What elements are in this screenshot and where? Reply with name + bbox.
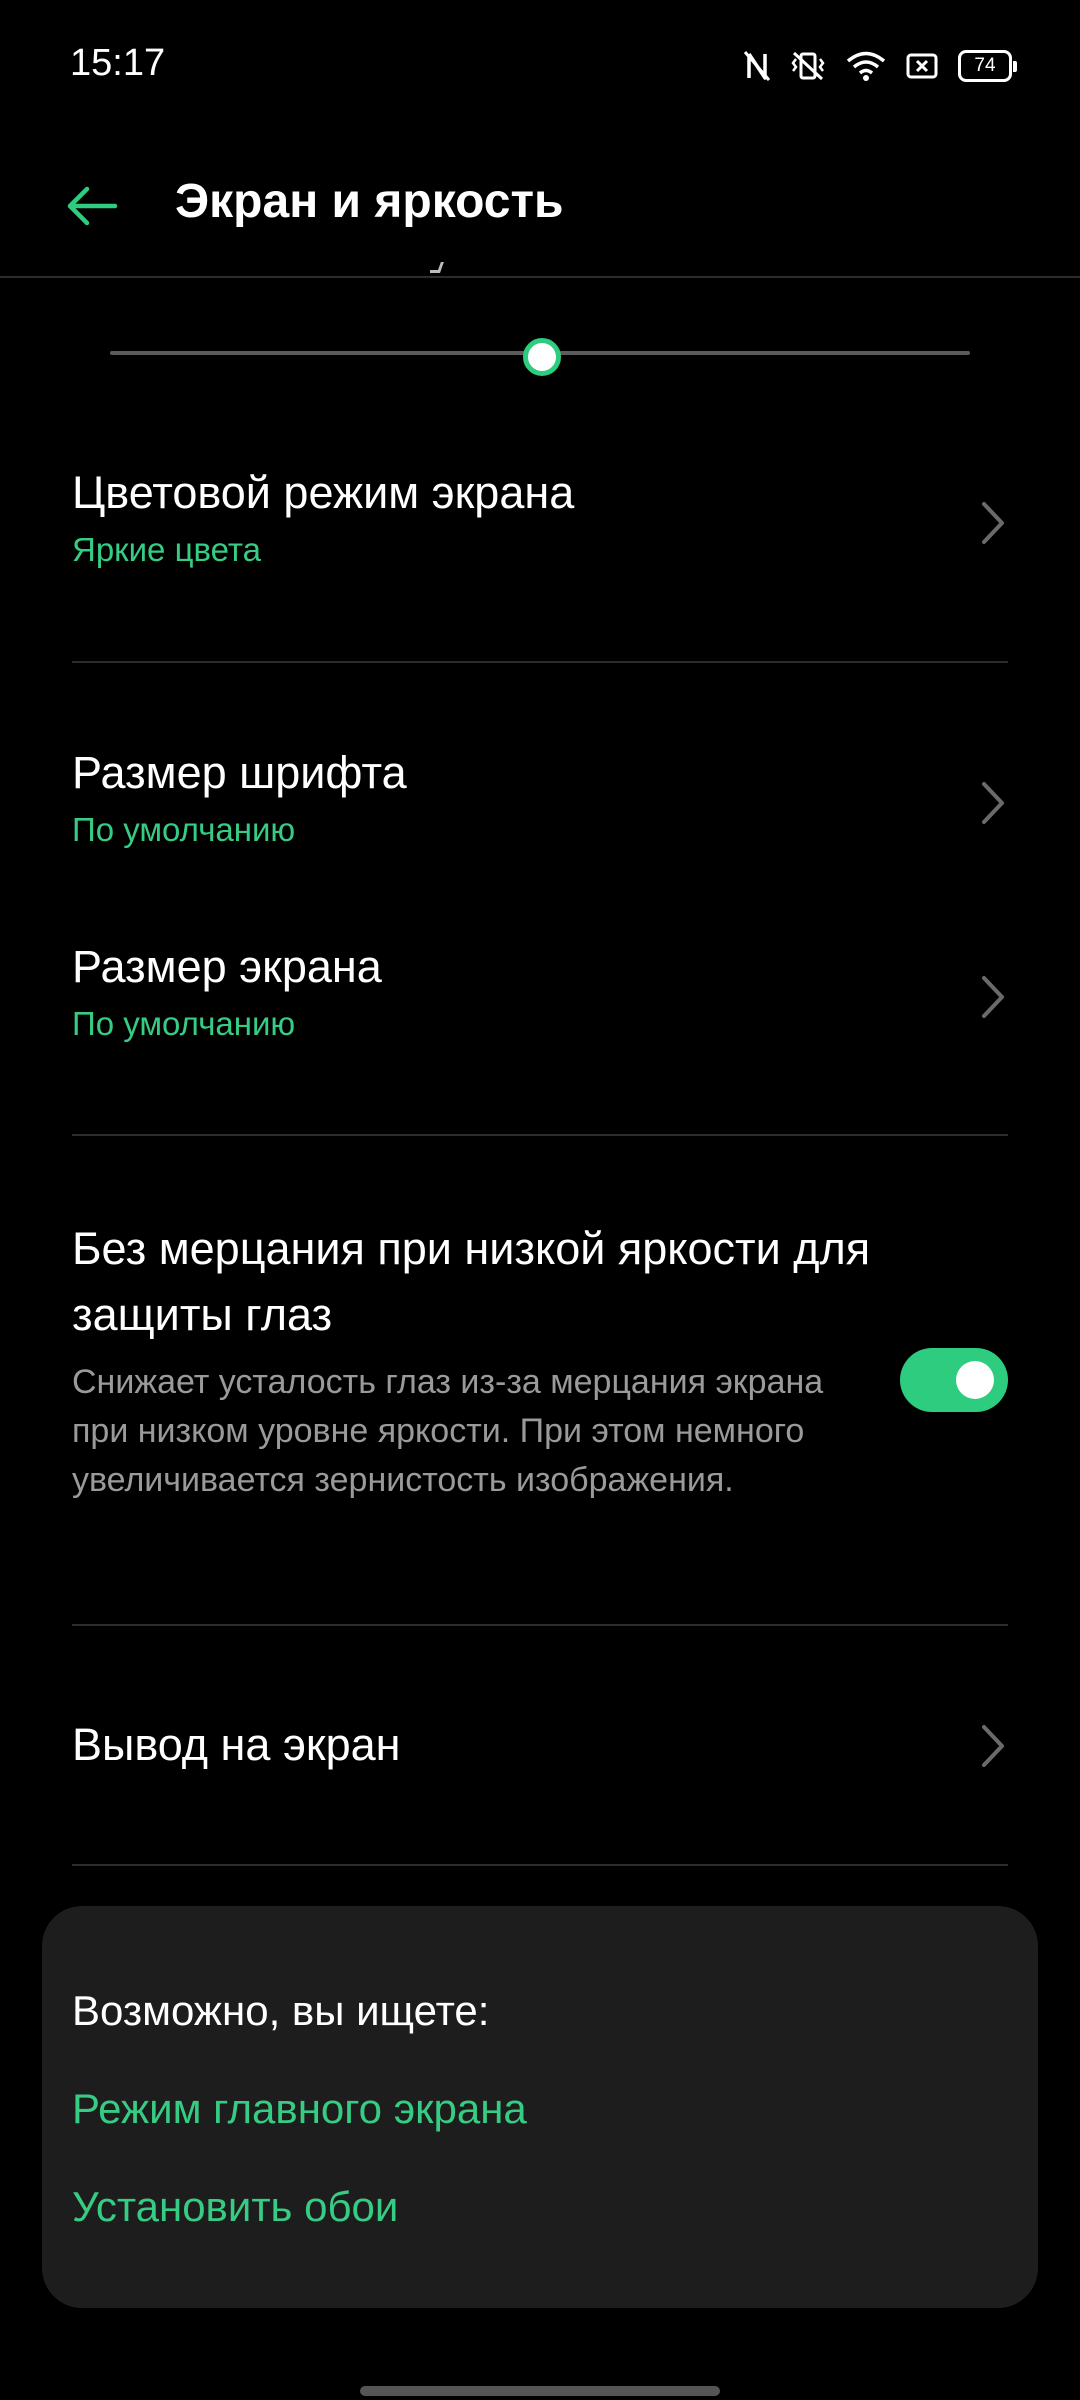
screen-size-title: Размер экрана [72, 941, 382, 992]
status-bar: 15:17 74 [0, 0, 1080, 132]
vibrate-icon [790, 50, 826, 82]
setting-screen-output[interactable]: Вывод на экран [72, 1718, 1008, 1778]
setting-color-mode[interactable]: Цветовой режим экрана Яркие цвета [72, 466, 1008, 586]
toggle-knob [956, 1361, 994, 1399]
chevron-right-icon [978, 780, 1008, 826]
screen-record-icon [906, 52, 938, 80]
adjustment-slider[interactable] [110, 338, 970, 376]
divider [72, 1624, 1008, 1626]
divider [72, 1134, 1008, 1136]
chevron-right-icon [978, 1723, 1008, 1769]
divider [72, 661, 1008, 663]
suggestions-card: Возможно, вы ищете: Режим главного экран… [42, 1906, 1038, 2308]
divider [72, 1864, 1008, 1866]
font-size-title: Размер шрифта [72, 747, 407, 798]
font-size-value: По умолчанию [72, 811, 296, 848]
flicker-free-title: Без мерцания при низкой яркости для защи… [72, 1223, 871, 1340]
setting-font-size[interactable]: Размер шрифта По умолчанию [72, 746, 1008, 866]
wifi-icon [846, 50, 886, 82]
battery-icon: 74 [958, 50, 1017, 82]
suggestion-link-home-screen-mode[interactable]: Режим главного экрана [72, 2084, 527, 2134]
suggestion-link-set-wallpaper[interactable]: Установить обои [72, 2182, 398, 2232]
suggestions-title: Возможно, вы ищете: [72, 1987, 490, 2034]
screen-size-value: По умолчанию [72, 1005, 296, 1042]
screen-output-title: Вывод на экран [72, 1719, 401, 1770]
arrow-left-icon [65, 186, 119, 231]
app-header: Экран и яркость [0, 150, 1080, 278]
back-button[interactable] [56, 172, 128, 244]
setting-screen-size[interactable]: Размер экрана По умолчанию [72, 940, 1008, 1060]
status-icons: 74 [744, 46, 1017, 86]
status-time: 15:17 [70, 42, 166, 84]
chevron-right-icon [978, 500, 1008, 546]
flicker-free-description: Снижает усталость глаз из-за мерцания эк… [72, 1363, 824, 1499]
color-mode-value: Яркие цвета [72, 531, 261, 568]
home-indicator[interactable] [360, 2386, 720, 2396]
flicker-free-toggle[interactable] [900, 1348, 1008, 1412]
chevron-right-icon [978, 974, 1008, 1020]
slider-thumb[interactable] [523, 338, 561, 376]
page-title: Экран и яркость [175, 175, 564, 228]
nfc-off-icon [744, 50, 770, 82]
scrolled-label-remnant [430, 262, 460, 280]
color-mode-title: Цветовой режим экрана [72, 467, 575, 518]
setting-flicker-free: Без мерцания при низкой яркости для защи… [72, 1216, 1008, 1556]
